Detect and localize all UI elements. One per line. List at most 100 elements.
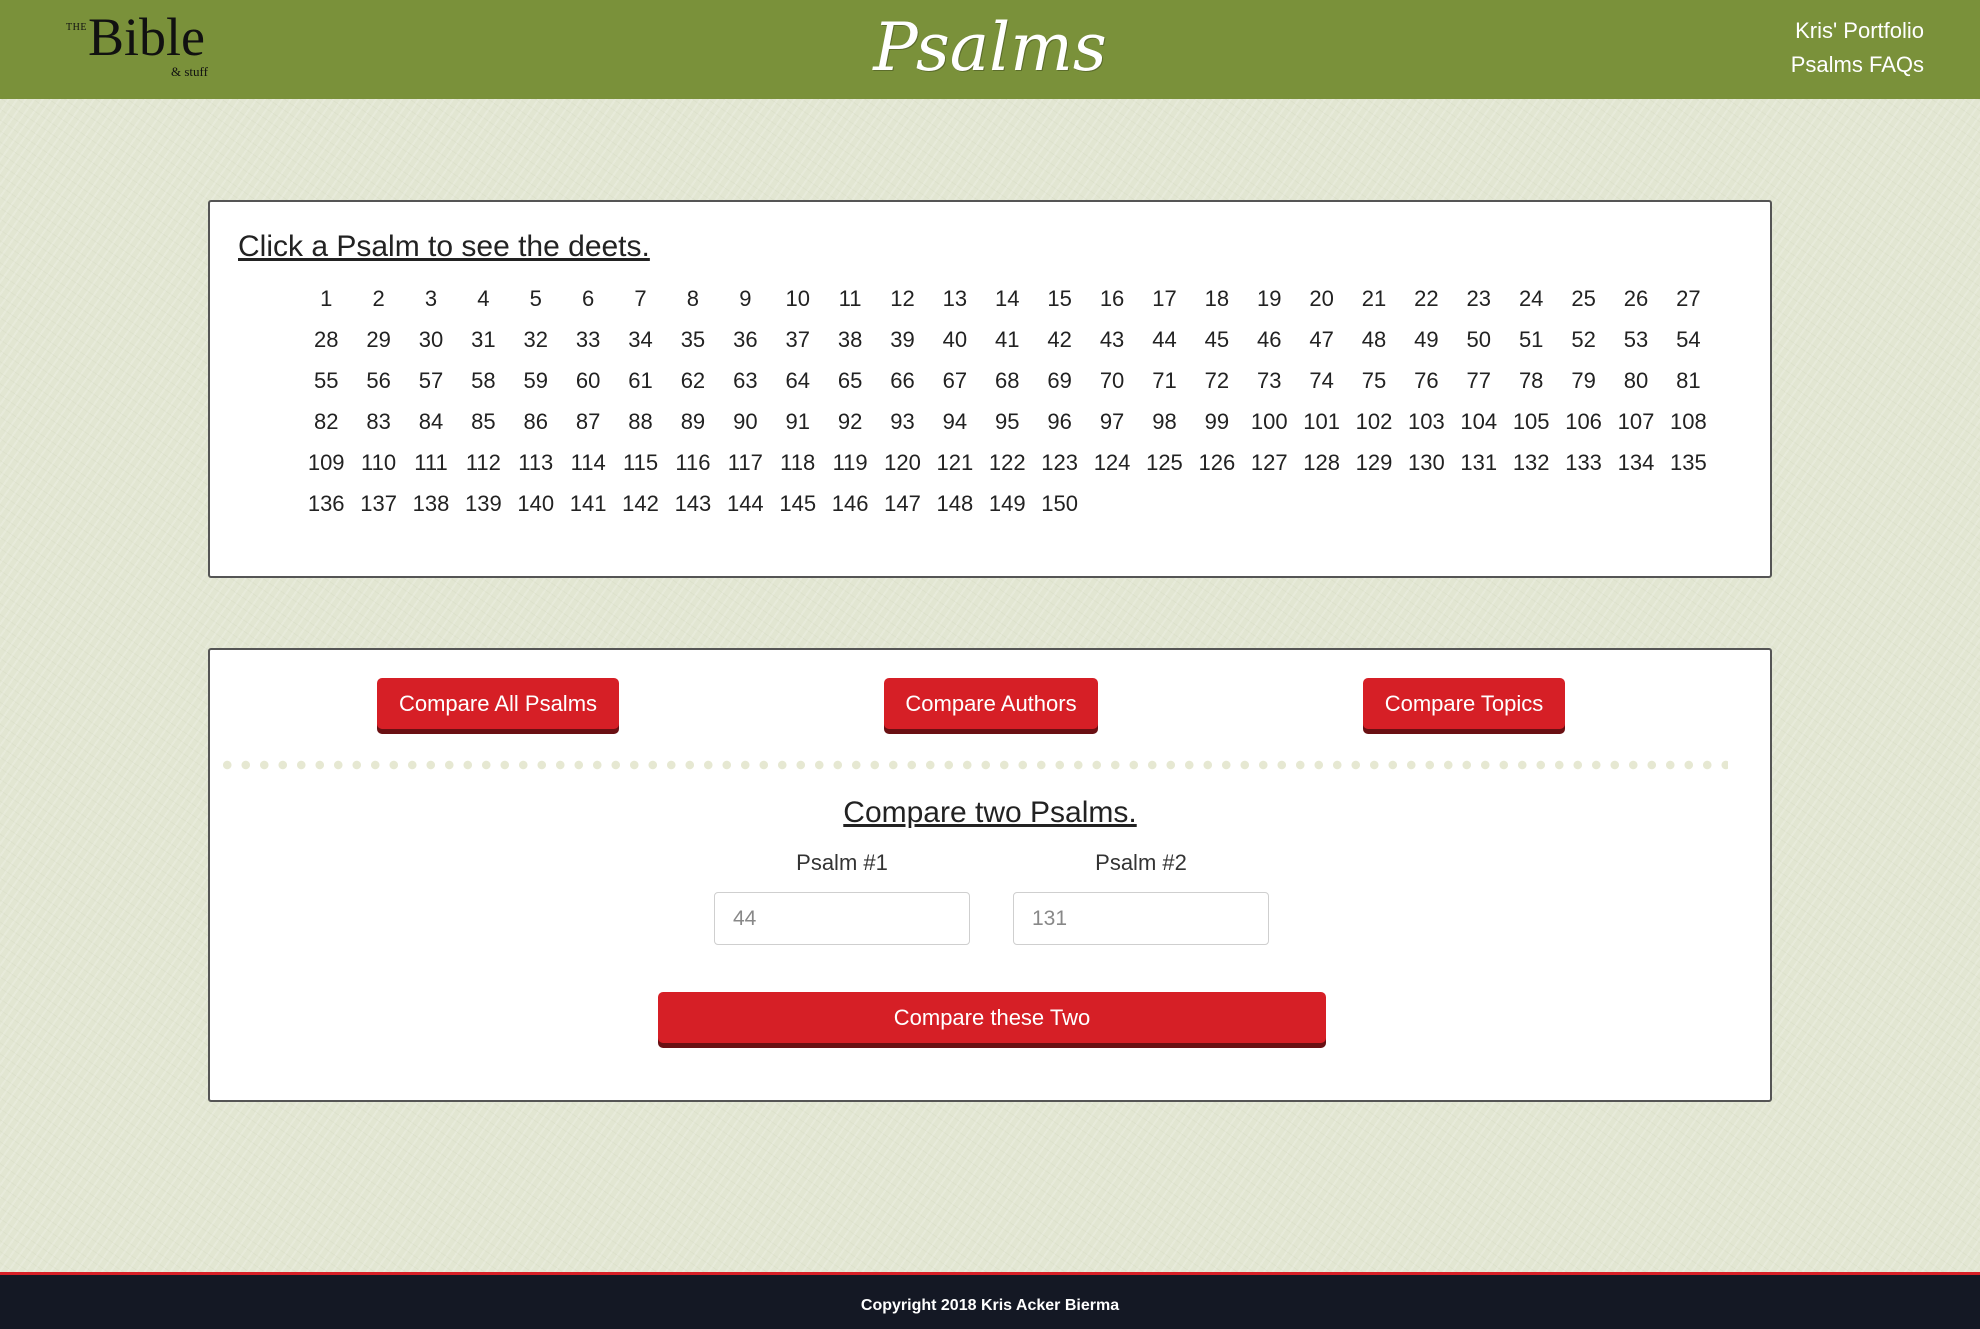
psalm-link[interactable]: 94 — [929, 401, 981, 442]
psalm-link[interactable]: 9 — [719, 278, 771, 319]
psalm-link[interactable]: 80 — [1610, 360, 1662, 401]
compare-topics-button[interactable]: Compare Topics — [1363, 678, 1565, 729]
psalm-link[interactable]: 52 — [1557, 319, 1609, 360]
psalm-link[interactable]: 13 — [929, 278, 981, 319]
psalm-link[interactable]: 88 — [614, 401, 666, 442]
psalm-link[interactable]: 91 — [772, 401, 824, 442]
psalm-link[interactable]: 102 — [1348, 401, 1400, 442]
psalm-link[interactable]: 134 — [1610, 442, 1662, 483]
psalm-link[interactable]: 125 — [1138, 442, 1190, 483]
psalm-link[interactable]: 40 — [929, 319, 981, 360]
psalm-link[interactable]: 104 — [1453, 401, 1505, 442]
psalm-link[interactable]: 97 — [1086, 401, 1138, 442]
psalm-link[interactable]: 74 — [1295, 360, 1347, 401]
psalm-link[interactable]: 44 — [1138, 319, 1190, 360]
psalm-link[interactable]: 42 — [1033, 319, 1085, 360]
psalm-link[interactable]: 39 — [876, 319, 928, 360]
psalm-link[interactable]: 119 — [824, 442, 876, 483]
psalm-link[interactable]: 28 — [300, 319, 352, 360]
psalm-link[interactable]: 101 — [1295, 401, 1347, 442]
psalm-link[interactable]: 47 — [1295, 319, 1347, 360]
psalm-link[interactable]: 23 — [1453, 278, 1505, 319]
nav-link-psalms-faqs[interactable]: Psalms FAQs — [1791, 48, 1924, 82]
psalm-link[interactable]: 87 — [562, 401, 614, 442]
psalm-link[interactable]: 122 — [981, 442, 1033, 483]
psalm-link[interactable]: 108 — [1662, 401, 1714, 442]
psalm-link[interactable]: 67 — [929, 360, 981, 401]
psalm-link[interactable]: 60 — [562, 360, 614, 401]
psalm-link[interactable]: 129 — [1348, 442, 1400, 483]
psalm-link[interactable]: 19 — [1243, 278, 1295, 319]
psalm-link[interactable]: 11 — [824, 278, 876, 319]
compare-all-psalms-button[interactable]: Compare All Psalms — [377, 678, 619, 729]
compare-these-two-button[interactable]: Compare these Two — [658, 992, 1326, 1043]
psalm-link[interactable]: 83 — [352, 401, 404, 442]
psalm-link[interactable]: 135 — [1662, 442, 1714, 483]
psalm-link[interactable]: 49 — [1400, 319, 1452, 360]
psalm-link[interactable]: 95 — [981, 401, 1033, 442]
psalm-link[interactable]: 50 — [1453, 319, 1505, 360]
psalm-link[interactable]: 5 — [510, 278, 562, 319]
psalm-link[interactable]: 144 — [719, 483, 771, 524]
psalm-link[interactable]: 57 — [405, 360, 457, 401]
psalm-link[interactable]: 75 — [1348, 360, 1400, 401]
psalm-link[interactable]: 114 — [562, 442, 614, 483]
psalm-link[interactable]: 10 — [772, 278, 824, 319]
compare-authors-button[interactable]: Compare Authors — [884, 678, 1098, 729]
psalm-link[interactable]: 103 — [1400, 401, 1452, 442]
psalm-link[interactable]: 76 — [1400, 360, 1452, 401]
psalm-link[interactable]: 112 — [457, 442, 509, 483]
psalm-link[interactable]: 116 — [667, 442, 719, 483]
psalm-link[interactable]: 16 — [1086, 278, 1138, 319]
psalm-link[interactable]: 61 — [614, 360, 666, 401]
psalm-link[interactable]: 54 — [1662, 319, 1714, 360]
psalm-link[interactable]: 82 — [300, 401, 352, 442]
psalm-link[interactable]: 37 — [772, 319, 824, 360]
psalm-link[interactable]: 92 — [824, 401, 876, 442]
psalm-link[interactable]: 111 — [405, 442, 457, 483]
psalm-link[interactable]: 12 — [876, 278, 928, 319]
psalm-link[interactable]: 6 — [562, 278, 614, 319]
psalm-link[interactable]: 18 — [1191, 278, 1243, 319]
psalm-link[interactable]: 66 — [876, 360, 928, 401]
psalm-link[interactable]: 109 — [300, 442, 352, 483]
psalm-link[interactable]: 128 — [1295, 442, 1347, 483]
psalm-link[interactable]: 137 — [352, 483, 404, 524]
psalm-1-input[interactable] — [714, 892, 970, 945]
psalm-link[interactable]: 69 — [1033, 360, 1085, 401]
psalm-link[interactable]: 100 — [1243, 401, 1295, 442]
psalm-link[interactable]: 21 — [1348, 278, 1400, 319]
psalm-link[interactable]: 7 — [614, 278, 666, 319]
psalm-link[interactable]: 149 — [981, 483, 1033, 524]
psalm-link[interactable]: 84 — [405, 401, 457, 442]
psalm-link[interactable]: 115 — [614, 442, 666, 483]
psalm-link[interactable]: 53 — [1610, 319, 1662, 360]
psalm-link[interactable]: 113 — [510, 442, 562, 483]
psalm-link[interactable]: 140 — [510, 483, 562, 524]
psalm-link[interactable]: 77 — [1453, 360, 1505, 401]
psalm-link[interactable]: 38 — [824, 319, 876, 360]
psalm-link[interactable]: 41 — [981, 319, 1033, 360]
psalm-link[interactable]: 145 — [772, 483, 824, 524]
psalm-link[interactable]: 31 — [457, 319, 509, 360]
psalm-link[interactable]: 4 — [457, 278, 509, 319]
psalm-link[interactable]: 132 — [1505, 442, 1557, 483]
psalm-link[interactable]: 73 — [1243, 360, 1295, 401]
psalm-link[interactable]: 124 — [1086, 442, 1138, 483]
psalm-link[interactable]: 36 — [719, 319, 771, 360]
psalm-link[interactable]: 150 — [1033, 483, 1085, 524]
psalm-link[interactable]: 71 — [1138, 360, 1190, 401]
psalm-link[interactable]: 30 — [405, 319, 457, 360]
psalm-link[interactable]: 20 — [1295, 278, 1347, 319]
psalm-link[interactable]: 107 — [1610, 401, 1662, 442]
psalm-link[interactable]: 43 — [1086, 319, 1138, 360]
psalm-link[interactable]: 78 — [1505, 360, 1557, 401]
psalm-link[interactable]: 90 — [719, 401, 771, 442]
psalm-link[interactable]: 32 — [510, 319, 562, 360]
psalm-link[interactable]: 141 — [562, 483, 614, 524]
psalm-link[interactable]: 133 — [1557, 442, 1609, 483]
psalm-link[interactable]: 51 — [1505, 319, 1557, 360]
psalm-link[interactable]: 79 — [1557, 360, 1609, 401]
psalm-link[interactable]: 25 — [1557, 278, 1609, 319]
psalm-link[interactable]: 142 — [614, 483, 666, 524]
